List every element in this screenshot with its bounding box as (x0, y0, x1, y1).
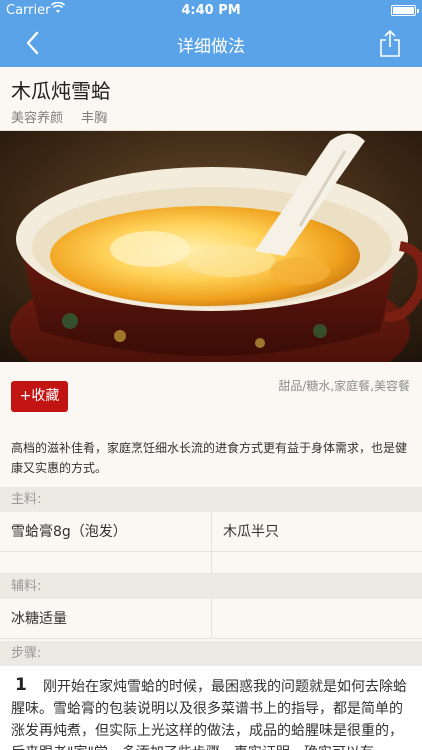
ingredient-cell: 冰糖适量 (0, 599, 211, 639)
page-title: 详细做法 (177, 37, 245, 57)
share-icon (380, 29, 400, 57)
tag: 美容养颜 (11, 111, 64, 126)
secondary-ingredients-grid: 冰糖适量 (0, 599, 422, 641)
ingredient-cell (0, 552, 211, 574)
secondary-ingredients-label: 辅料: (0, 574, 422, 599)
ingredient-cell: 雪蛤膏8g（泡发） (0, 512, 211, 552)
recipe-title: 木瓜炖雪蛤 (11, 79, 111, 103)
recipe-photo (0, 131, 422, 362)
clock: 4:40 PM (181, 3, 241, 18)
main-ingredients-label: 主料: (0, 487, 422, 512)
nav-bar: Carrier 4:40 PM 详细做法 (0, 0, 422, 67)
step-text: 刚开始在家炖雪蛤的时候，最困惑我的问题就是如何去除蛤腥味。雪蛤膏的包装说明以及很… (11, 679, 407, 750)
recipe-description: 高档的滋补佳肴，家庭烹饪细水长流的进食方式更有益于身体需求，也是健康又实惠的方式… (11, 441, 408, 475)
tag: 丰胸 (81, 111, 108, 126)
recipe-header: 木瓜炖雪蛤 美容养颜 丰胸 (0, 67, 422, 131)
status-bar: Carrier 4:40 PM (0, 0, 422, 22)
steps-label: 步骤: (0, 641, 422, 666)
ingredient-cell (211, 552, 422, 574)
share-button[interactable] (378, 28, 402, 58)
recipe-category: 甜品/糖水,家庭餐,美容餐 (278, 379, 410, 393)
ingredient-cell: 木瓜半只 (211, 512, 422, 552)
recipe-tags: 美容养颜 丰胸 (11, 107, 121, 126)
favorite-button[interactable]: +收藏 (11, 381, 68, 412)
main-ingredients-grid: 雪蛤膏8g（泡发） 木瓜半只 (0, 512, 422, 574)
battery-icon (391, 5, 419, 16)
ingredient-cell (211, 599, 422, 639)
steps-list: 刚开始在家炖雪蛤的时候，最困惑我的问题就是如何去除蛤腥味。雪蛤膏的包装说明以及很… (0, 666, 422, 750)
step-number: 1 (15, 675, 27, 695)
